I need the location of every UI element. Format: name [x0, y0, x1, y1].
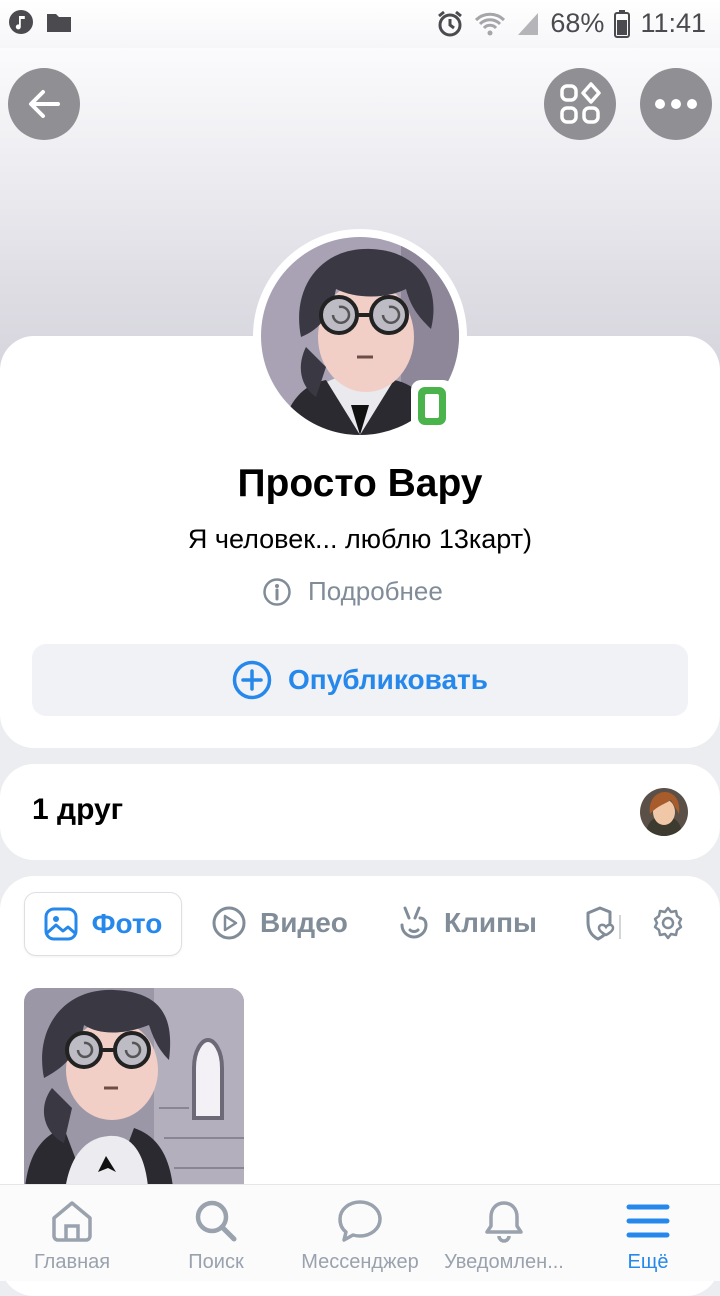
publish-label: Опубликовать: [288, 664, 488, 695]
battery-percent: 68%: [550, 8, 605, 38]
tab-wishlist[interactable]: [584, 892, 624, 954]
status-bar: 68% 11:41: [0, 0, 720, 48]
tab-clips[interactable]: Клипы: [398, 892, 537, 954]
clock: 11:41: [640, 8, 706, 38]
online-mobile-badge: [411, 380, 453, 432]
tab-video[interactable]: Видео: [212, 892, 348, 954]
media-tabs: Фото Видео Клипы: [0, 892, 720, 956]
apps-icon: [560, 82, 601, 124]
messenger-icon: [338, 1200, 382, 1242]
alarm-icon: [436, 10, 464, 38]
tab-photo[interactable]: Фото: [24, 892, 182, 956]
heart-shield-icon: [586, 906, 621, 941]
back-button[interactable]: [8, 68, 80, 140]
more-info-link[interactable]: Подробнее: [262, 576, 443, 607]
folder-icon: [46, 11, 72, 33]
nav-notifications-label: Уведомлен...: [444, 1251, 564, 1273]
mobile-icon: [418, 387, 446, 425]
bottom-navigation: Главная Поиск Мессенджер Уведомлен... Ещ…: [0, 1184, 720, 1281]
home-icon: [52, 1201, 92, 1242]
tab-video-label: Видео: [260, 907, 348, 938]
more-info-label: Подробнее: [308, 576, 443, 606]
publish-button[interactable]: Опубликовать: [32, 644, 688, 716]
arrow-left-icon: [29, 90, 60, 118]
clips-icon: [400, 906, 428, 939]
friend-avatar: [640, 788, 688, 836]
nav-more[interactable]: Ещё: [576, 1185, 720, 1281]
services-button[interactable]: [544, 68, 616, 140]
signal-icon: [516, 11, 540, 37]
plus-circle-icon: [232, 660, 272, 700]
tab-clips-label: Клипы: [444, 907, 537, 938]
video-icon: [212, 906, 246, 940]
nav-messenger-label: Мессенджер: [301, 1251, 419, 1273]
friends-count: 1 друг: [32, 793, 124, 826]
menu-icon: [626, 1204, 670, 1238]
nav-search-label: Поиск: [188, 1251, 244, 1273]
photo-icon: [44, 907, 78, 941]
music-icon: [8, 9, 34, 35]
info-icon: [263, 577, 291, 606]
nav-notifications[interactable]: Уведомлен...: [432, 1185, 576, 1281]
nav-home-label: Главная: [33, 1251, 111, 1273]
nav-search[interactable]: Поиск: [144, 1185, 288, 1281]
battery-icon: [614, 9, 631, 38]
search-icon: [195, 1200, 237, 1242]
gear-icon: [653, 906, 683, 940]
nav-messenger[interactable]: Мессенджер: [288, 1185, 432, 1281]
bell-icon: [485, 1201, 523, 1243]
nav-more-label: Ещё: [627, 1251, 669, 1273]
more-options-button[interactable]: [640, 68, 712, 140]
profile-name: Просто Вару: [237, 462, 483, 505]
more-horizontal-icon: [655, 99, 697, 109]
profile-status[interactable]: Я человек... люблю 13карт): [0, 524, 720, 555]
nav-home[interactable]: Главная: [0, 1185, 144, 1281]
tab-photo-label: Фото: [91, 908, 163, 939]
wifi-icon: [474, 11, 506, 37]
photo-thumbnail[interactable]: [24, 988, 244, 1208]
media-settings-button[interactable]: [650, 892, 686, 954]
